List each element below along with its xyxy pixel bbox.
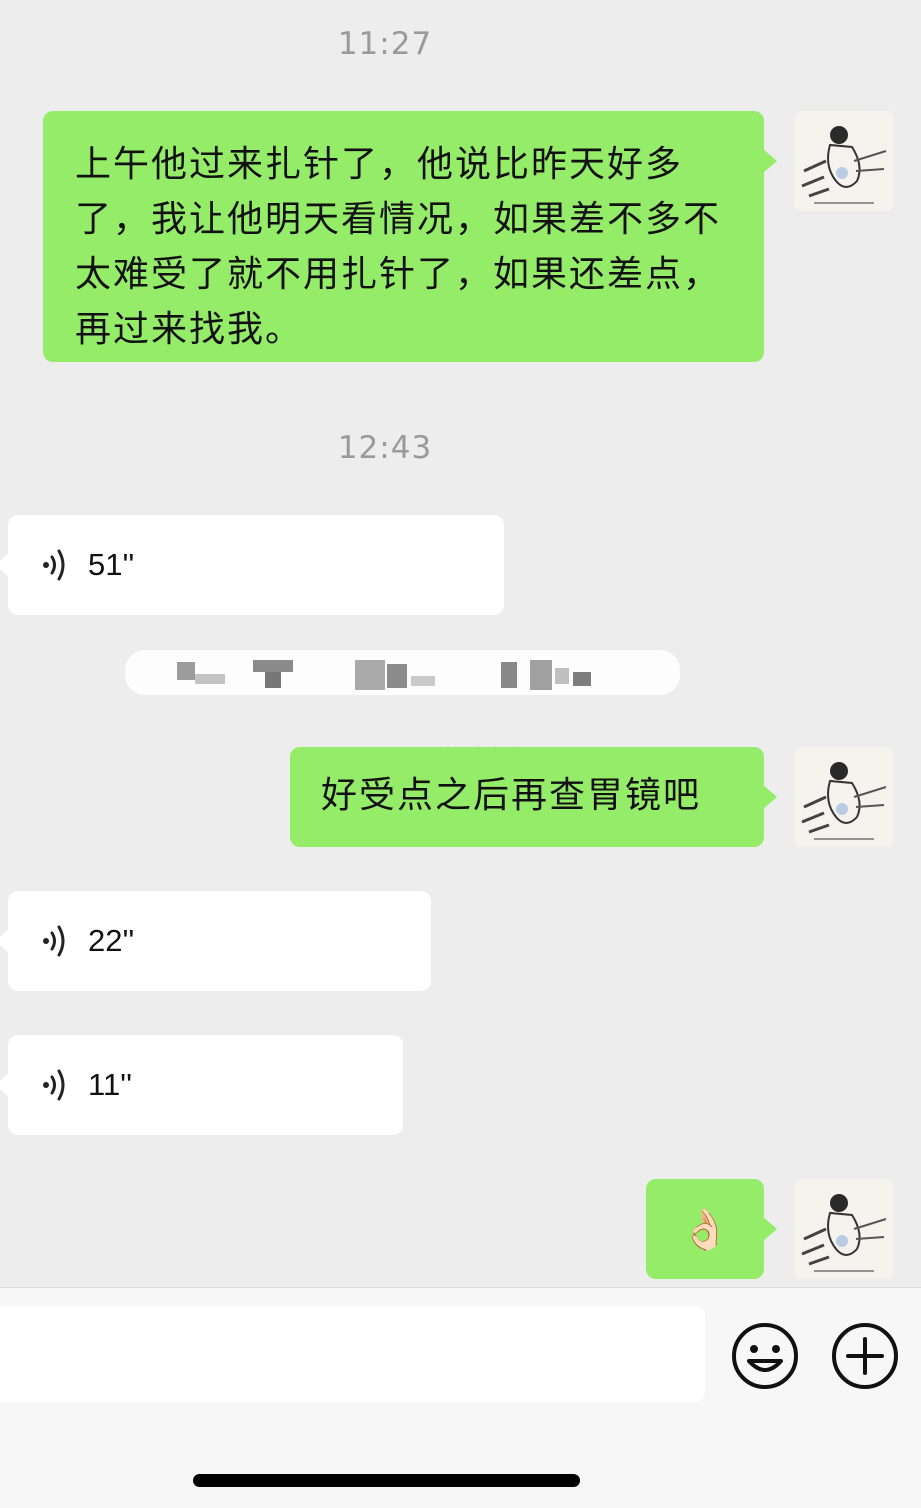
sent-message-bubble[interactable]: 好受点之后再查胃镜吧 bbox=[290, 747, 777, 847]
avatar[interactable] bbox=[794, 111, 894, 211]
voice-message-bubble[interactable]: 22'' bbox=[0, 891, 431, 991]
avatar[interactable] bbox=[794, 747, 894, 847]
voice-duration: 51'' bbox=[88, 547, 135, 582]
message-input[interactable] bbox=[0, 1306, 705, 1402]
voice-duration: 22'' bbox=[88, 923, 135, 958]
voice-duration: 11'' bbox=[88, 1067, 133, 1102]
voice-wave-icon bbox=[43, 925, 65, 957]
avatar-ink-painting bbox=[794, 111, 894, 211]
avatar-ink-painting bbox=[794, 747, 894, 847]
sent-emoji-bubble[interactable]: 👌🏻 bbox=[646, 1179, 777, 1279]
plus-circle-icon[interactable] bbox=[830, 1321, 900, 1391]
voice-wave-icon bbox=[43, 1069, 65, 1101]
timestamp-1243: 12:43 bbox=[337, 430, 433, 466]
emoji-face-icon[interactable] bbox=[730, 1321, 800, 1391]
message-text: 上午他过来扎针了，他说比昨天好多了，我让他明天看情况，如果差不多不太难受了就不用… bbox=[75, 144, 722, 350]
redacted-area bbox=[125, 650, 680, 695]
ok-hand-emoji: 👌🏻 bbox=[680, 1206, 730, 1253]
sent-message-bubble[interactable]: 上午他过来扎针了，他说比昨天好多了，我让他明天看情况，如果差不多不太难受了就不用… bbox=[43, 111, 777, 362]
message-text: 好受点之后再查胃镜吧 bbox=[321, 775, 702, 816]
voice-message-bubble[interactable]: 11'' bbox=[0, 1035, 403, 1135]
home-indicator[interactable] bbox=[193, 1474, 580, 1487]
avatar[interactable] bbox=[794, 1179, 894, 1279]
voice-wave-icon bbox=[43, 549, 65, 581]
input-bar bbox=[0, 1287, 921, 1508]
timestamp-1127: 11:27 bbox=[337, 26, 433, 62]
avatar-ink-painting bbox=[794, 1179, 894, 1279]
voice-message-bubble[interactable]: 51'' bbox=[0, 515, 504, 615]
